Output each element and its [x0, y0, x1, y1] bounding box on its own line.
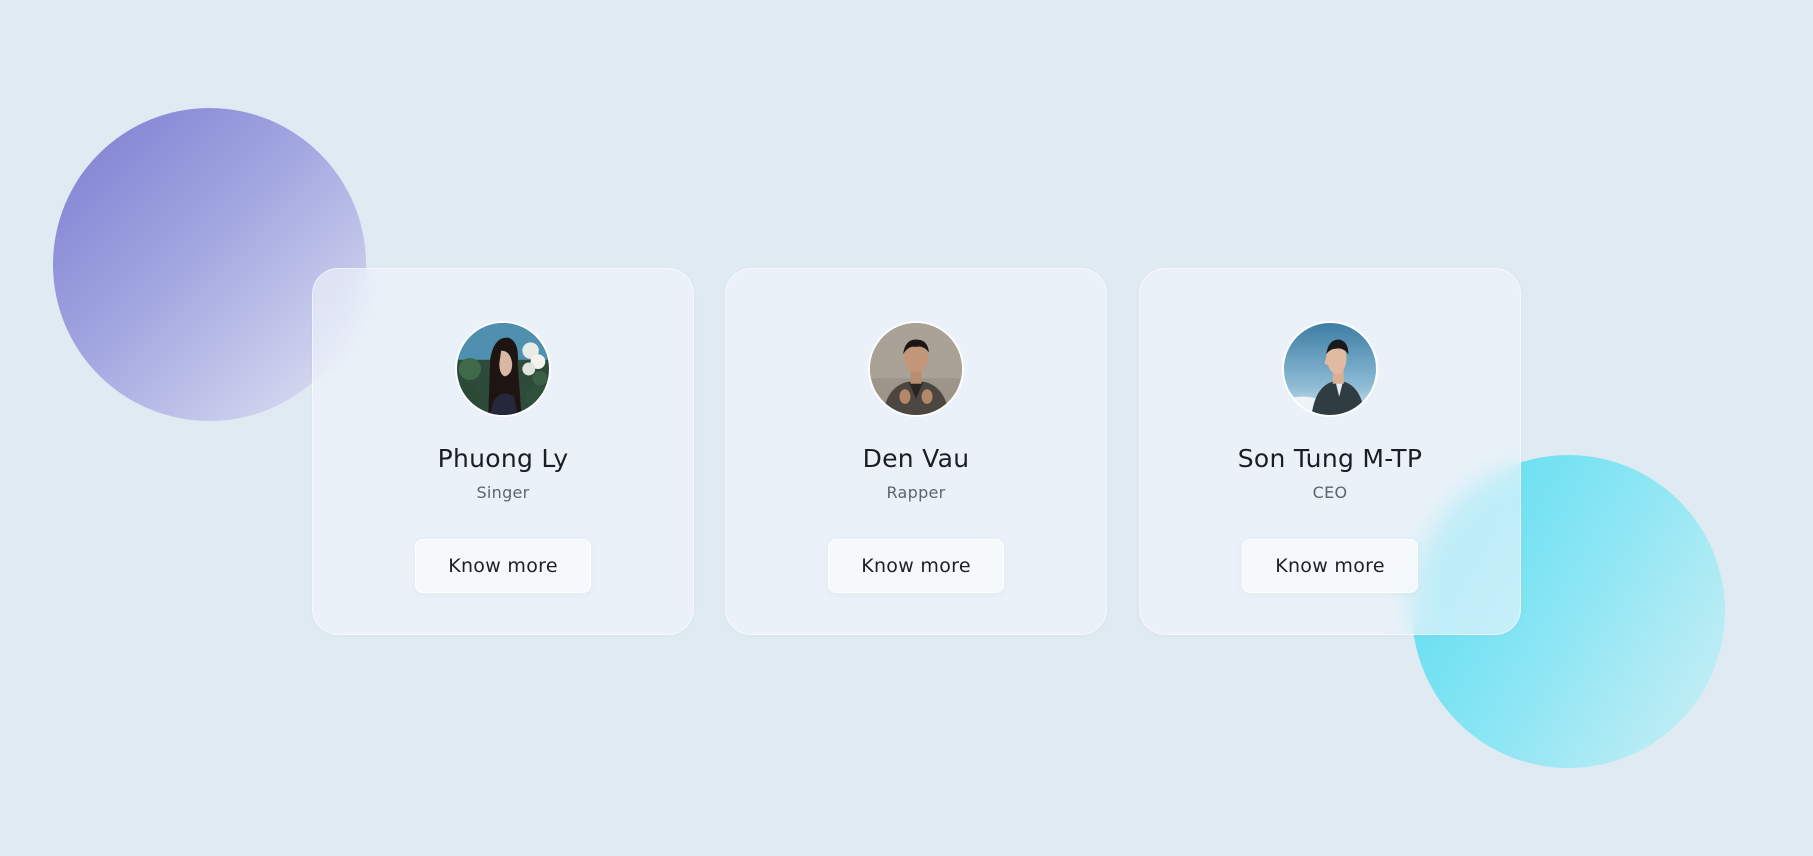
- know-more-button[interactable]: Know more: [415, 539, 591, 593]
- profile-card: Den Vau Rapper Know more: [725, 268, 1107, 635]
- profile-role: CEO: [1312, 483, 1348, 502]
- profile-name: Phuong Ly: [437, 444, 569, 473]
- profile-cards: Phuong Ly Singer Know more Den Vau Rappe…: [0, 0, 1813, 856]
- profile-role: Rapper: [886, 483, 946, 502]
- avatar: [455, 321, 551, 417]
- avatar-photo-man-profile-sky-icon: [1284, 323, 1376, 415]
- profile-card: Son Tung M-TP CEO Know more: [1139, 268, 1521, 635]
- avatar: [1282, 321, 1378, 417]
- profile-name: Son Tung M-TP: [1237, 444, 1423, 473]
- profile-role: Singer: [476, 483, 530, 502]
- know-more-button[interactable]: Know more: [828, 539, 1004, 593]
- avatar-photo-man-suit-icon: [870, 323, 962, 415]
- profile-name: Den Vau: [862, 444, 970, 473]
- avatar-photo-woman-flowers-icon: [457, 323, 549, 415]
- know-more-button[interactable]: Know more: [1242, 539, 1418, 593]
- avatar: [868, 321, 964, 417]
- profile-card: Phuong Ly Singer Know more: [312, 268, 694, 635]
